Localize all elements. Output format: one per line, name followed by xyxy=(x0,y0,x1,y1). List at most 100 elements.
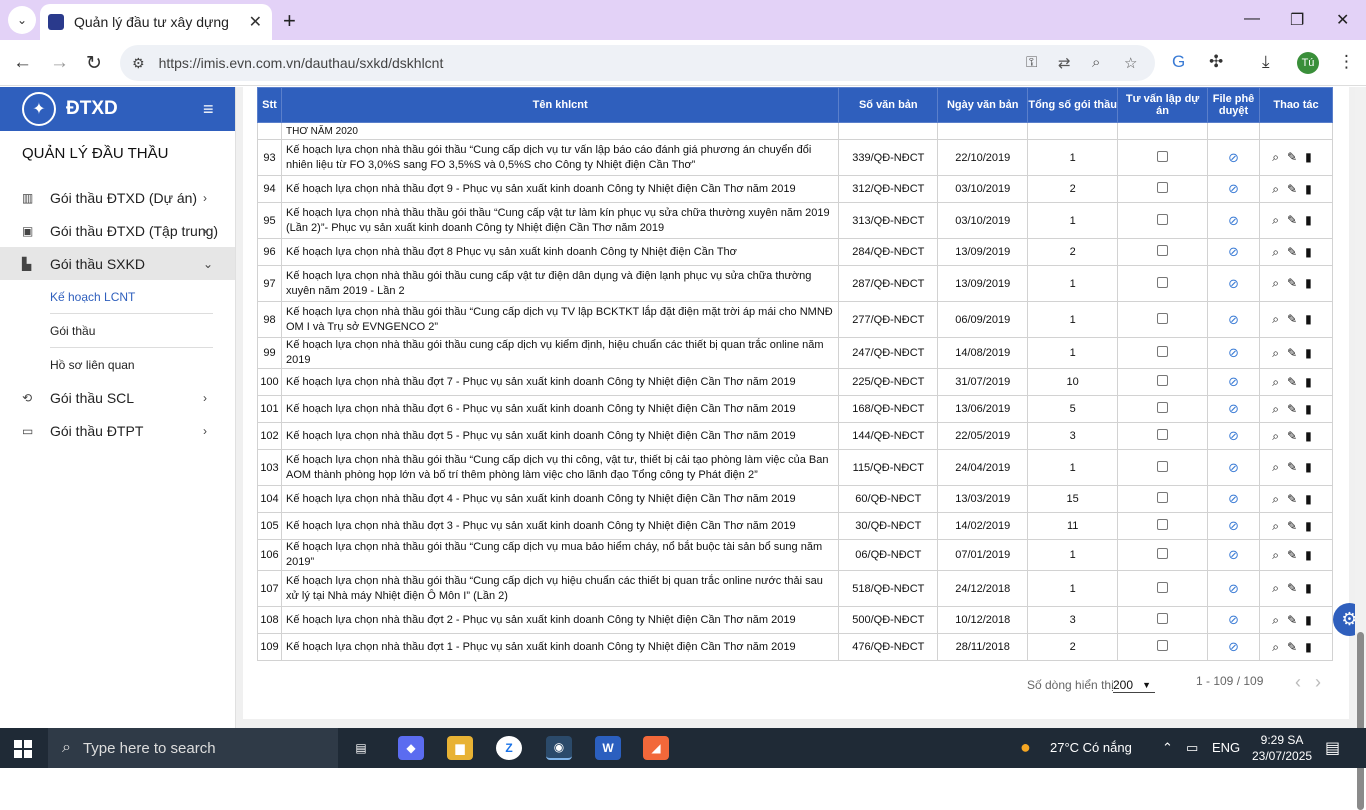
minimize-button[interactable]: — xyxy=(1244,10,1260,28)
attachment-icon[interactable]: ⊘ xyxy=(1228,518,1239,533)
view-icon[interactable]: ⌕ xyxy=(1272,640,1287,654)
attachment-icon[interactable]: ⊘ xyxy=(1228,401,1239,416)
delete-icon[interactable]: ▮ xyxy=(1305,548,1320,562)
browser-menu-icon[interactable]: ⋮ xyxy=(1338,52,1355,72)
checkbox[interactable] xyxy=(1157,150,1169,162)
checkbox[interactable] xyxy=(1157,519,1169,530)
checkbox[interactable] xyxy=(1157,182,1169,193)
sidebar-subitem-goi-thau[interactable]: Gói thầu xyxy=(0,314,235,347)
view-icon[interactable]: ⌕ xyxy=(1272,213,1287,227)
edit-icon[interactable]: ✎ xyxy=(1287,375,1305,389)
view-icon[interactable]: ⌕ xyxy=(1272,519,1287,533)
sidebar-item-dtxd-tap-trung[interactable]: ▣ Gói thầu ĐTXD (Tập trung) › xyxy=(0,214,235,247)
view-icon[interactable]: ⌕ xyxy=(1272,492,1287,506)
attachment-icon[interactable]: ⊘ xyxy=(1228,428,1239,443)
scrollbar[interactable] xyxy=(1355,87,1366,810)
checkbox[interactable] xyxy=(1157,581,1169,593)
delete-icon[interactable]: ▮ xyxy=(1305,402,1320,416)
view-icon[interactable]: ⌕ xyxy=(1272,460,1287,474)
checkbox[interactable] xyxy=(1157,346,1169,357)
view-icon[interactable]: ⌕ xyxy=(1272,375,1287,389)
profile-avatar[interactable]: Tú xyxy=(1297,52,1319,74)
attachment-icon[interactable]: ⊘ xyxy=(1228,276,1239,291)
edit-icon[interactable]: ✎ xyxy=(1287,519,1305,533)
col-header-file[interactable]: File phê duyệt xyxy=(1207,87,1260,123)
attachment-icon[interactable]: ⊘ xyxy=(1228,181,1239,196)
zoom-icon[interactable]: ⌕ xyxy=(1092,54,1100,71)
attachment-icon[interactable]: ⊘ xyxy=(1228,460,1239,475)
delete-icon[interactable]: ▮ xyxy=(1305,460,1320,474)
back-button[interactable]: ← xyxy=(13,52,32,74)
checkbox[interactable] xyxy=(1157,460,1169,472)
edit-icon[interactable]: ✎ xyxy=(1287,548,1305,562)
weather-text[interactable]: 27°C Có nắng xyxy=(1050,740,1132,755)
language-indicator[interactable]: ENG xyxy=(1212,740,1240,755)
checkbox[interactable] xyxy=(1157,429,1169,440)
attachment-icon[interactable]: ⊘ xyxy=(1228,374,1239,389)
view-icon[interactable]: ⌕ xyxy=(1272,182,1287,196)
delete-icon[interactable]: ▮ xyxy=(1305,213,1320,227)
delete-icon[interactable]: ▮ xyxy=(1305,346,1320,360)
file-explorer-icon[interactable]: ▆ xyxy=(447,736,473,760)
edit-icon[interactable]: ✎ xyxy=(1287,492,1305,506)
tray-chevron-up-icon[interactable]: ⌃ xyxy=(1162,740,1173,756)
view-icon[interactable]: ⌕ xyxy=(1272,548,1287,562)
word-icon[interactable]: W xyxy=(595,736,621,760)
delete-icon[interactable]: ▮ xyxy=(1305,613,1320,627)
delete-icon[interactable]: ▮ xyxy=(1305,150,1320,164)
edit-icon[interactable]: ✎ xyxy=(1287,213,1305,227)
translate-icon[interactable]: ⇄ xyxy=(1058,54,1071,72)
attachment-icon[interactable]: ⊘ xyxy=(1228,213,1239,228)
browser-tab[interactable]: Quản lý đầu tư xây dựng ✕ xyxy=(40,4,272,40)
copilot-icon[interactable]: ◆ xyxy=(398,736,424,760)
attachment-icon[interactable]: ⊘ xyxy=(1228,345,1239,360)
checkbox[interactable] xyxy=(1157,548,1169,559)
edit-icon[interactable]: ✎ xyxy=(1287,429,1305,443)
view-icon[interactable]: ⌕ xyxy=(1272,402,1287,416)
sidebar-item-dtxd-du-an[interactable]: ▥ Gói thầu ĐTXD (Dự án) › xyxy=(0,181,235,214)
delete-icon[interactable]: ▮ xyxy=(1305,312,1320,326)
delete-icon[interactable]: ▮ xyxy=(1305,640,1320,654)
edit-icon[interactable]: ✎ xyxy=(1287,312,1305,326)
edit-icon[interactable]: ✎ xyxy=(1287,402,1305,416)
attachment-icon[interactable]: ⊘ xyxy=(1228,491,1239,506)
delete-icon[interactable]: ▮ xyxy=(1305,519,1320,533)
col-header-ngay[interactable]: Ngày văn bản xyxy=(937,87,1029,123)
tab-search-button[interactable]: ⌄ xyxy=(8,6,36,34)
chrome-icon[interactable]: ◉ xyxy=(546,736,572,760)
site-info-icon[interactable]: ⚙ xyxy=(132,55,145,72)
restore-button[interactable]: ❐ xyxy=(1290,10,1304,30)
edit-icon[interactable]: ✎ xyxy=(1287,346,1305,360)
new-tab-button[interactable]: + xyxy=(283,8,296,34)
delete-icon[interactable]: ▮ xyxy=(1305,429,1320,443)
edit-icon[interactable]: ✎ xyxy=(1287,182,1305,196)
taskbar-clock[interactable]: 9:29 SA 23/07/2025 xyxy=(1252,732,1312,764)
prev-page-button[interactable]: ‹ xyxy=(1295,672,1301,693)
reload-button[interactable]: ↻ xyxy=(86,52,102,75)
sidebar-item-scl[interactable]: ⟲ Gói thầu SCL › xyxy=(0,381,235,414)
checkbox[interactable] xyxy=(1157,276,1169,288)
edit-icon[interactable]: ✎ xyxy=(1287,613,1305,627)
edit-icon[interactable]: ✎ xyxy=(1287,581,1305,595)
col-header-ten[interactable]: Tên khlcnt xyxy=(280,87,840,123)
view-icon[interactable]: ⌕ xyxy=(1272,581,1287,595)
checkbox[interactable] xyxy=(1157,402,1169,413)
checkbox[interactable] xyxy=(1157,245,1169,256)
forward-button[interactable]: → xyxy=(50,52,69,74)
sidebar-subitem-ho-so[interactable]: Hồ sơ liên quan xyxy=(0,348,235,381)
view-icon[interactable]: ⌕ xyxy=(1272,346,1287,360)
attachment-icon[interactable]: ⊘ xyxy=(1228,547,1239,562)
attachment-icon[interactable]: ⊘ xyxy=(1228,639,1239,654)
delete-icon[interactable]: ▮ xyxy=(1305,182,1320,196)
app-icon[interactable]: ◢ xyxy=(643,736,669,760)
google-translate-icon[interactable]: G xyxy=(1172,52,1185,72)
checkbox[interactable] xyxy=(1157,492,1169,503)
edit-icon[interactable]: ✎ xyxy=(1287,276,1305,290)
sidebar-item-dtpt[interactable]: ▭ Gói thầu ĐTPT › xyxy=(0,414,235,447)
attachment-icon[interactable]: ⊘ xyxy=(1228,150,1239,165)
view-icon[interactable]: ⌕ xyxy=(1272,245,1287,259)
notification-icon[interactable]: ▤ xyxy=(1325,738,1340,758)
tab-close-icon[interactable]: ✕ xyxy=(249,12,262,32)
extensions-icon[interactable]: ✣ xyxy=(1209,52,1223,72)
password-key-icon[interactable]: ⚿ xyxy=(1026,54,1037,71)
